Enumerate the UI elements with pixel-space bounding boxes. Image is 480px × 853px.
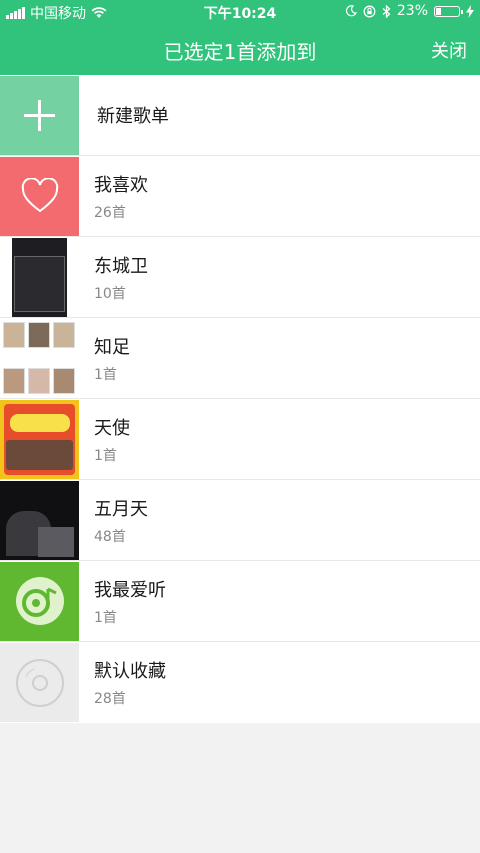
music-disc-icon xyxy=(0,561,79,641)
battery-level xyxy=(436,7,441,15)
status-bar: 中国移动 下午10:24 23% xyxy=(0,0,480,24)
rotation-lock-icon xyxy=(363,5,376,17)
playlist-count: 1首 xyxy=(94,609,117,626)
playlist-cover xyxy=(0,237,79,317)
moon-icon xyxy=(345,5,357,17)
playlist-item[interactable]: 知足 1首 xyxy=(0,318,480,399)
new-playlist-label: 新建歌单 xyxy=(97,106,169,127)
playlist-count: 48首 xyxy=(94,528,126,545)
playlist-cover xyxy=(0,318,79,398)
playlist-item[interactable]: 五月天 48首 xyxy=(0,480,480,561)
playlist-count: 1首 xyxy=(94,447,117,464)
playlist-item[interactable]: 天使 1首 xyxy=(0,399,480,480)
playlist-count: 10首 xyxy=(94,285,126,302)
playlist-name: 知足 xyxy=(94,336,130,358)
heart-icon xyxy=(0,156,79,236)
close-button[interactable]: 关闭 xyxy=(431,37,467,63)
playlist-item[interactable]: 东城卫 10首 xyxy=(0,237,480,318)
playlist-count: 1首 xyxy=(94,366,117,383)
page-title: 已选定1首添加到 xyxy=(163,40,317,64)
disc-icon xyxy=(0,643,79,722)
playlist-cover xyxy=(0,399,79,479)
playlist-name: 天使 xyxy=(94,417,130,439)
playlist-item[interactable]: 我最爱听 1首 xyxy=(0,561,480,642)
playlist-item[interactable]: 默认收藏 28首 xyxy=(0,642,480,723)
playlist-count: 26首 xyxy=(94,204,126,221)
bluetooth-icon xyxy=(382,4,391,18)
playlist-cover xyxy=(0,480,79,560)
playlist-list: 新建歌单 我喜欢 26首 东城卫 10首 知足 1首 天使 1首 五月天 48首… xyxy=(0,75,480,723)
playlist-count: 28首 xyxy=(94,691,126,707)
charging-icon xyxy=(466,4,474,18)
battery-icon xyxy=(434,5,463,17)
playlist-name: 五月天 xyxy=(94,498,148,520)
playlist-name: 东城卫 xyxy=(94,255,148,277)
header: 中国移动 下午10:24 23% 已选定1首添加到 关闭 xyxy=(0,0,480,75)
plus-icon xyxy=(0,75,79,155)
playlist-name: 默认收藏 xyxy=(94,661,166,682)
playlist-name: 我最爱听 xyxy=(94,579,166,601)
new-playlist-row[interactable]: 新建歌单 xyxy=(0,75,480,156)
battery-percent: 23% xyxy=(396,3,428,19)
playlist-name: 我喜欢 xyxy=(94,174,148,196)
playlist-item[interactable]: 我喜欢 26首 xyxy=(0,156,480,237)
